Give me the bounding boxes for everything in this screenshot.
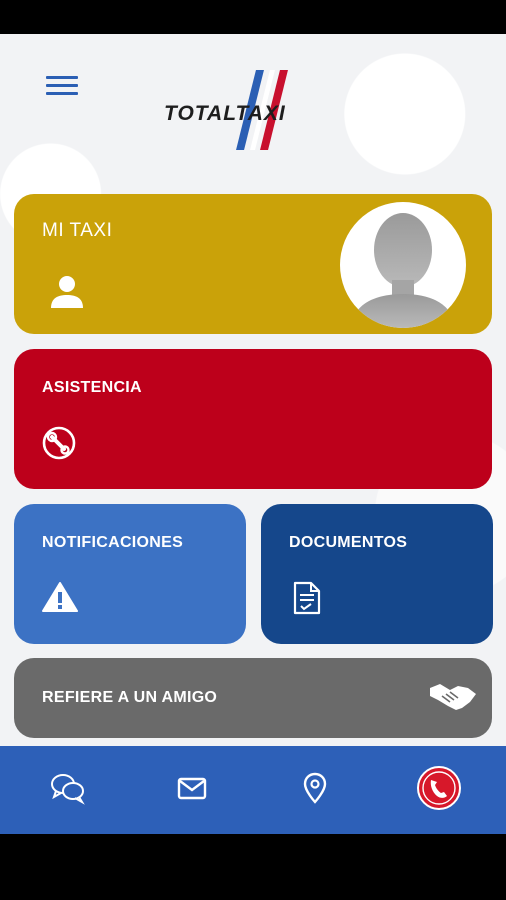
mi-taxi-label: MI TAXI: [42, 220, 113, 241]
avatar[interactable]: [340, 202, 466, 328]
notificaciones-card[interactable]: NOTIFICACIONES: [14, 504, 246, 644]
emergency-call-icon[interactable]: [416, 765, 462, 811]
avatar-placeholder-icon: [350, 213, 456, 328]
asistencia-label: ASISTENCIA: [42, 379, 142, 396]
handshake-icon: [430, 684, 476, 710]
document-icon: [293, 581, 321, 615]
location-icon[interactable]: [293, 766, 337, 810]
refiere-card[interactable]: REFIERE A UN AMIGO: [14, 658, 492, 738]
documentos-label: DOCUMENTOS: [289, 534, 408, 551]
logo-text: TOTALTAXI: [164, 102, 286, 125]
mail-icon[interactable]: [170, 766, 214, 810]
status-bar: [0, 0, 506, 34]
app-logo: TOTALTAXI: [160, 70, 350, 155]
refiere-label: REFIERE A UN AMIGO: [42, 689, 218, 706]
warning-icon: [42, 582, 78, 612]
chat-icon[interactable]: [46, 766, 90, 810]
asistencia-card[interactable]: ASISTENCIA: [14, 349, 492, 489]
system-nav-bar: [0, 834, 506, 900]
documentos-card[interactable]: DOCUMENTOS: [261, 504, 493, 644]
hamburger-menu-icon[interactable]: [46, 76, 78, 98]
notificaciones-label: NOTIFICACIONES: [42, 534, 184, 551]
user-icon: [51, 276, 83, 308]
wrench-icon: [42, 426, 76, 460]
